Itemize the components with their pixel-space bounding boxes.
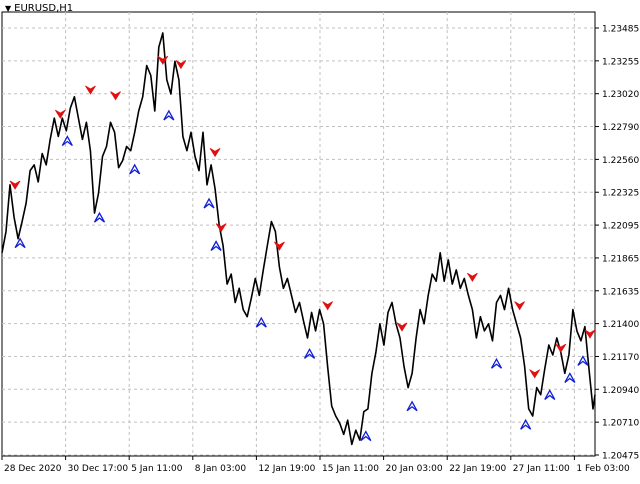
price-chart: 1.23485 1.23255 1.23020 1.22790 1.22560 1.223… (1, 11, 639, 474)
y-tick-label: 1.20940 (602, 386, 639, 396)
y-tick-label: 1.20710 (602, 419, 639, 429)
x-tick-label: 27 Jan 11:00 (513, 464, 570, 474)
chart-root: ▼ EURUSD,H1 1.23485 1.23255 1.23020 1.22790 1… (0, 0, 640, 480)
x-tick-label: 1 Feb 03:00 (576, 464, 630, 474)
y-tick-label: 1.21400 (602, 320, 639, 330)
y-tick-label: 1.22790 (602, 123, 639, 133)
y-tick-label: 1.22560 (602, 156, 639, 166)
y-tick-label: 1.22095 (602, 222, 639, 232)
y-tick-label: 1.21635 (602, 287, 639, 297)
x-tick-label: 22 Jan 19:00 (449, 464, 506, 474)
x-tick-label: 5 Jan 11:00 (131, 464, 183, 474)
caret-down-icon[interactable]: ▼ (5, 2, 11, 16)
x-tick-label: 20 Jan 03:00 (386, 464, 443, 474)
y-tick-label: 1.20475 (602, 452, 639, 462)
y-tick-label: 1.23255 (602, 57, 639, 67)
x-tick-label: 28 Dec 2020 (4, 464, 62, 474)
y-tick-label: 1.21865 (602, 254, 639, 264)
symbol-label[interactable]: ▼ EURUSD,H1 (5, 2, 73, 16)
x-tick-label: 15 Jan 11:00 (322, 464, 379, 474)
x-tick-label: 30 Dec 17:00 (68, 464, 129, 474)
y-tick-label: 1.22325 (602, 189, 639, 199)
y-tick-label: 1.23485 (602, 25, 639, 35)
y-tick-label: 1.21170 (602, 353, 639, 363)
x-tick-label: 12 Jan 19:00 (258, 464, 315, 474)
chart-title: EURUSD,H1 (14, 3, 74, 14)
x-tick-label: 8 Jan 03:00 (195, 464, 247, 474)
y-tick-label: 1.23020 (602, 90, 639, 100)
